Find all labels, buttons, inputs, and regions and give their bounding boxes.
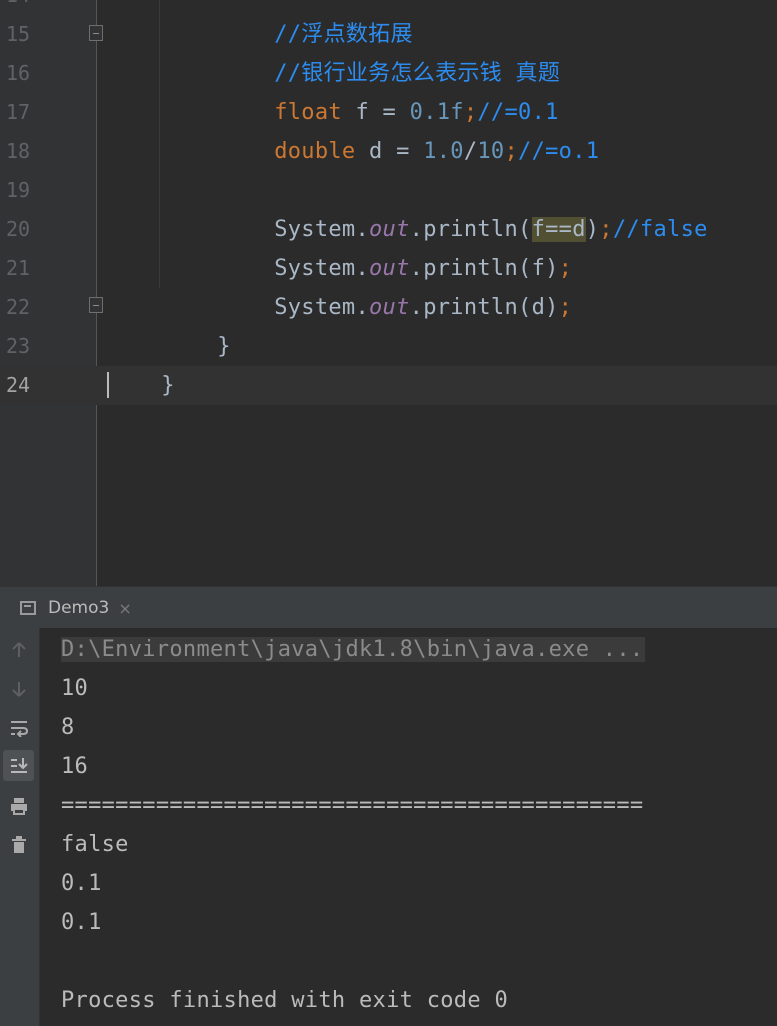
fold-marker-icon[interactable]: [89, 25, 103, 41]
run-tool-window: Demo3 × D:\Environment\java\jdk1.8\bin\j…: [0, 586, 777, 1026]
code-text: ): [545, 295, 559, 320]
closing-brace: }: [161, 373, 175, 398]
console-icon: [20, 601, 36, 615]
number-token: 1.0: [423, 139, 464, 164]
code-text: ): [585, 217, 600, 242]
comment-token: //=o.1: [518, 139, 600, 164]
code-editor[interactable]: 14 15 16 17 18 19 20 21 22 23 24 //浮点数拓展…: [0, 0, 777, 586]
console-line: 16: [61, 754, 89, 779]
line-number: 15: [6, 22, 31, 46]
indent-guide: [159, 0, 160, 288]
number-token: 10: [477, 139, 505, 164]
code-line-16[interactable]: float f = 0.1f;//=0.1: [220, 54, 559, 125]
run-toolbar: [0, 628, 40, 1026]
code-line-17[interactable]: double d = 1.0/10;//=o.1: [220, 93, 599, 164]
semicolon-token: ;: [599, 217, 613, 242]
code-line-20[interactable]: System.out.println(f);: [220, 210, 572, 281]
operator-token: /: [463, 139, 478, 164]
comment-token: //false: [612, 217, 708, 242]
console-line: 0.1: [61, 871, 102, 896]
console-command-text: D:\Environment\java\jdk1.8\bin\java.exe …: [61, 637, 646, 662]
close-icon[interactable]: ×: [118, 599, 131, 618]
up-arrow-icon[interactable]: [3, 634, 34, 665]
code-text: System.: [274, 295, 370, 320]
code-line-15[interactable]: //银行业务怎么表示钱 真题: [220, 15, 560, 86]
line-number: 17: [6, 100, 31, 124]
semicolon-token: ;: [558, 295, 573, 320]
run-tab-demo3[interactable]: Demo3 ×: [20, 587, 132, 629]
line-number: 14: [6, 0, 36, 15]
console-line: false: [61, 832, 129, 857]
code-text: d =: [355, 139, 424, 164]
down-arrow-icon[interactable]: [3, 673, 34, 704]
fold-marker-icon[interactable]: [89, 297, 103, 313]
line-number: 22: [6, 295, 31, 319]
text-caret: [107, 372, 109, 398]
console-command-line[interactable]: D:\Environment\java\jdk1.8\bin\java.exe …: [61, 630, 646, 669]
scroll-to-end-icon[interactable]: [3, 750, 34, 781]
print-icon[interactable]: [3, 790, 34, 821]
keyword-token: double: [274, 139, 356, 164]
trash-icon[interactable]: [3, 829, 34, 860]
console-line: ========================================…: [61, 793, 644, 818]
line-number: 21: [6, 256, 31, 280]
line-number-current: 24: [6, 373, 31, 397]
console-exit-line: Process finished with exit code 0: [61, 988, 508, 1013]
gutter-divider: [96, 0, 97, 586]
console-line: 10: [61, 676, 89, 701]
soft-wrap-icon[interactable]: [3, 712, 34, 743]
code-text: .println(: [409, 295, 532, 320]
code-text: d: [531, 295, 546, 320]
line-number: 18: [6, 139, 31, 163]
console-output[interactable]: D:\Environment\java\jdk1.8\bin\java.exe …: [40, 628, 777, 1026]
code-line-14[interactable]: //浮点数拓展: [220, 0, 413, 47]
code-line-19[interactable]: System.out.println(f==d);//false: [220, 171, 708, 242]
code-line-22[interactable]: }: [163, 288, 231, 359]
code-line-21[interactable]: System.out.println(d);: [220, 249, 572, 320]
line-number: 20: [6, 217, 31, 241]
line-number: 19: [6, 178, 31, 202]
line-number: 16: [6, 61, 31, 85]
closing-brace: }: [217, 334, 231, 359]
field-token: out: [369, 295, 410, 320]
semicolon-token: ;: [504, 139, 519, 164]
run-tab-label: Demo3: [48, 598, 110, 618]
code-line-23[interactable]: }: [107, 327, 175, 398]
console-line: 0.1: [61, 910, 102, 935]
line-number: 23: [6, 334, 31, 358]
run-tool-window-header: Demo3 ×: [0, 586, 777, 628]
console-line: 8: [61, 715, 75, 740]
